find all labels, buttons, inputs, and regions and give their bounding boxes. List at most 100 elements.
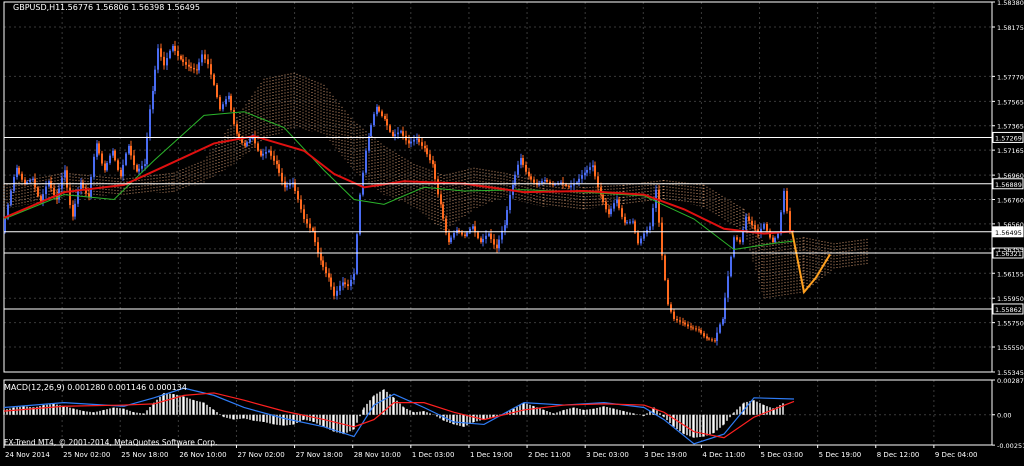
- candle-body: [408, 140, 410, 144]
- candle-body: [488, 233, 490, 236]
- chart-canvas[interactable]: 1.572691.568891.564951.563211.558621.583…: [0, 0, 1024, 462]
- candle-body: [416, 138, 418, 140]
- candle-body: [190, 66, 192, 68]
- candle-body: [222, 104, 224, 110]
- candle-body: [570, 185, 572, 188]
- candle-body: [109, 155, 111, 163]
- candle-body: [724, 297, 726, 319]
- candle-body: [378, 106, 380, 112]
- candle-body: [695, 328, 697, 330]
- candle-body: [10, 190, 12, 205]
- candle-body: [312, 228, 314, 232]
- candle-body: [136, 165, 138, 172]
- candle-body: [751, 220, 753, 226]
- candle-body: [18, 167, 20, 174]
- price-tick-label: 1.55750: [997, 320, 1024, 328]
- candle-body: [496, 244, 498, 249]
- candle-body: [780, 212, 782, 234]
- candle-body: [533, 179, 535, 183]
- candle-body: [618, 199, 620, 209]
- candle-body: [400, 131, 402, 133]
- candle-body: [477, 232, 479, 239]
- candle-body: [381, 111, 383, 116]
- candle-body: [53, 188, 55, 195]
- candle-body: [182, 59, 184, 63]
- candle-body: [204, 54, 206, 60]
- candle-body: [777, 233, 779, 238]
- candle-body: [193, 67, 195, 70]
- candle-body: [472, 226, 474, 229]
- candle-body: [370, 125, 372, 137]
- candle-body: [278, 164, 280, 173]
- level-price-label: 1.56495: [995, 229, 1022, 237]
- candle-body: [4, 218, 6, 233]
- candle-body: [230, 95, 232, 111]
- chart-window: 1.57269 1.56889 1.56495 1.56321 1.55862 1.583…: [0, 0, 1024, 462]
- candle-body: [719, 324, 721, 333]
- price-tick-label: 1.55550: [997, 344, 1024, 352]
- level-price-label: 1.55862: [995, 306, 1022, 314]
- macd-tick-label: 0.00: [997, 412, 1011, 420]
- candle-body: [421, 142, 423, 146]
- candle-body: [309, 223, 311, 229]
- candle-body: [661, 222, 663, 256]
- candle-body: [262, 153, 264, 156]
- candle-body: [74, 203, 76, 217]
- candle-body: [690, 326, 692, 328]
- candle-body: [692, 327, 694, 329]
- candle-body: [130, 145, 132, 156]
- candle-body: [493, 239, 495, 245]
- candle-body: [608, 209, 610, 215]
- candle-body: [763, 223, 765, 229]
- candle-body: [166, 58, 168, 66]
- candle-body: [246, 142, 248, 146]
- candle-body: [786, 190, 788, 212]
- candle-body: [584, 172, 586, 176]
- candle-body: [783, 190, 785, 213]
- candle-body: [578, 178, 580, 183]
- candle-body: [698, 329, 700, 331]
- candle-body: [281, 172, 283, 182]
- candle-body: [589, 167, 591, 170]
- candle-body: [303, 209, 305, 220]
- candle-body: [754, 225, 756, 230]
- candle-body: [120, 169, 122, 177]
- time-tick-label: 1 Dec 19:00: [470, 451, 513, 459]
- candle-body: [722, 318, 724, 325]
- candle-body: [643, 233, 645, 239]
- candle-body: [236, 124, 238, 134]
- candle-body: [450, 237, 452, 243]
- candle-body: [101, 153, 103, 164]
- candle-body: [328, 273, 330, 278]
- price-tick-label: 1.56560: [997, 221, 1024, 229]
- candle-body: [300, 199, 302, 210]
- candle-body: [112, 150, 114, 156]
- candle-body: [530, 176, 532, 180]
- candle-body: [149, 109, 151, 137]
- candle-body: [32, 178, 34, 180]
- candle-body: [498, 239, 500, 249]
- candle-body: [434, 164, 436, 180]
- macd-tick-label: -0.002510: [997, 442, 1024, 450]
- level-price-label: 1.56889: [995, 181, 1022, 189]
- candle-body: [188, 64, 190, 67]
- candle-body: [185, 62, 187, 65]
- candle-body: [114, 150, 116, 161]
- candle-body: [727, 276, 729, 298]
- candle-body: [128, 145, 130, 154]
- time-tick-label: 5 Dec 19:00: [819, 451, 862, 459]
- candle-body: [16, 167, 18, 178]
- candle-body: [317, 242, 319, 254]
- candle-body: [708, 338, 710, 340]
- time-tick-label: 1 Dec 03:00: [412, 451, 455, 459]
- candle-body: [437, 179, 439, 195]
- candle-body: [748, 216, 750, 221]
- time-tick-label: 8 Dec 12:00: [877, 451, 920, 459]
- candle-body: [24, 179, 26, 184]
- candle-body: [210, 64, 212, 75]
- candle-body: [207, 59, 209, 65]
- copyright-label: FX-Trend MT4, © 2001-2014, MetaQuotes So…: [4, 438, 218, 447]
- candle-body: [418, 138, 420, 143]
- candle-body: [626, 222, 628, 224]
- candle-body: [270, 150, 272, 156]
